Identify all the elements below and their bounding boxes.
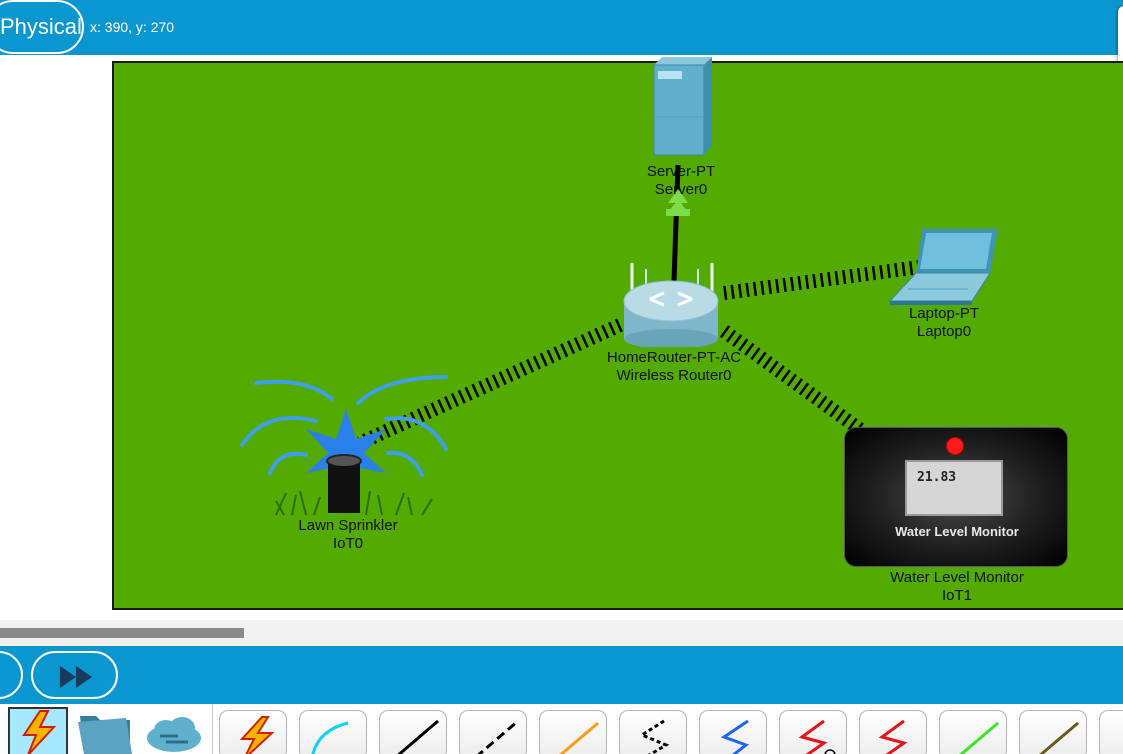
fast-forward-icon xyxy=(60,666,92,688)
copper-cross-over-icon xyxy=(477,719,519,754)
automatic-connection-icon xyxy=(239,716,275,754)
iot-custom-cable-icon xyxy=(1039,721,1079,754)
octal-cable-icon xyxy=(959,721,999,754)
wireless-router-icon[interactable] xyxy=(620,259,722,347)
usb-cable-icon xyxy=(1100,711,1123,754)
laptop-icon[interactable] xyxy=(888,227,1002,305)
cursor-coordinates: x: 390, y: 270 xyxy=(90,19,175,35)
connection-copper-straight[interactable] xyxy=(379,710,447,754)
monitor-display: 21.83 xyxy=(905,460,1003,516)
water-monitor-model: Water Level Monitor xyxy=(890,569,1024,586)
fast-forward-button[interactable] xyxy=(31,651,118,699)
lawn-sprinkler-icon[interactable] xyxy=(236,369,448,519)
connections-icon xyxy=(22,710,57,754)
router-label: HomeRouter-PT-AC Wireless Router0 xyxy=(600,349,748,385)
fiber-icon xyxy=(559,721,599,754)
connection-usb[interactable] xyxy=(1099,710,1123,754)
folder-icon xyxy=(78,716,132,754)
server-name: Server0 xyxy=(654,181,708,198)
laptop-label: Laptop-PT Laptop0 xyxy=(892,305,996,341)
laptop-model: Laptop-PT xyxy=(908,305,980,322)
monitor-panel-label: Water Level Monitor xyxy=(895,524,1019,539)
phone-cable-icon xyxy=(638,719,670,754)
connection-phone[interactable] xyxy=(619,710,687,754)
copper-straight-through-icon xyxy=(397,719,439,754)
top-toolbar: Physical x: 390, y: 270 xyxy=(0,0,1123,55)
category-misc[interactable] xyxy=(76,708,136,754)
router-model: HomeRouter-PT-AC xyxy=(606,349,742,366)
water-monitor-label: Water Level Monitor IoT1 xyxy=(872,569,1042,605)
router-name: Wireless Router0 xyxy=(616,367,732,384)
console-cable-icon xyxy=(311,721,349,754)
coaxial-icon xyxy=(720,719,750,754)
server-icon[interactable] xyxy=(648,57,714,163)
connection-copper-cross[interactable] xyxy=(459,710,527,754)
connection-automatic[interactable] xyxy=(219,710,287,754)
server-label: Server-PT Server0 xyxy=(634,163,728,199)
connection-octal[interactable] xyxy=(939,710,1007,754)
sprinkler-name: IoT0 xyxy=(332,535,363,552)
category-multiuser[interactable] xyxy=(144,708,204,754)
connection-coaxial[interactable] xyxy=(699,710,767,754)
sprinkler-label: Lawn Sprinkler IoT0 xyxy=(282,517,414,553)
water-level-monitor-icon[interactable]: 21.83 Water Level Monitor xyxy=(844,427,1068,567)
serial-dte-icon xyxy=(878,719,908,754)
serial-dce-icon xyxy=(798,719,836,754)
realtime-controls-bar xyxy=(0,646,1123,704)
status-led-icon xyxy=(946,437,964,455)
water-monitor-name: IoT1 xyxy=(941,587,972,604)
horizontal-scrollbar-thumb[interactable] xyxy=(0,628,244,638)
water-level-reading: 21.83 xyxy=(917,470,957,485)
toolbox-divider xyxy=(212,704,213,754)
server-model: Server-PT xyxy=(646,163,716,180)
connection-serial-dte[interactable] xyxy=(859,710,927,754)
sprinkler-model: Lawn Sprinkler xyxy=(298,517,398,534)
category-connections[interactable] xyxy=(8,707,68,754)
connection-fiber[interactable] xyxy=(539,710,607,754)
laptop-name: Laptop0 xyxy=(916,323,972,340)
physical-workspace[interactable]: Server-PT Server0 HomeRouter-PT-AC Wirel… xyxy=(112,57,1123,610)
connection-serial-dce[interactable] xyxy=(779,710,847,754)
connection-iot-custom[interactable] xyxy=(1019,710,1087,754)
cloud-icon xyxy=(147,717,201,752)
connection-console[interactable] xyxy=(299,710,367,754)
physical-mode-tab[interactable]: Physical xyxy=(0,0,84,54)
packet-tracer-window: Physical x: 390, y: 270 Server-PT Server… xyxy=(0,0,1123,754)
